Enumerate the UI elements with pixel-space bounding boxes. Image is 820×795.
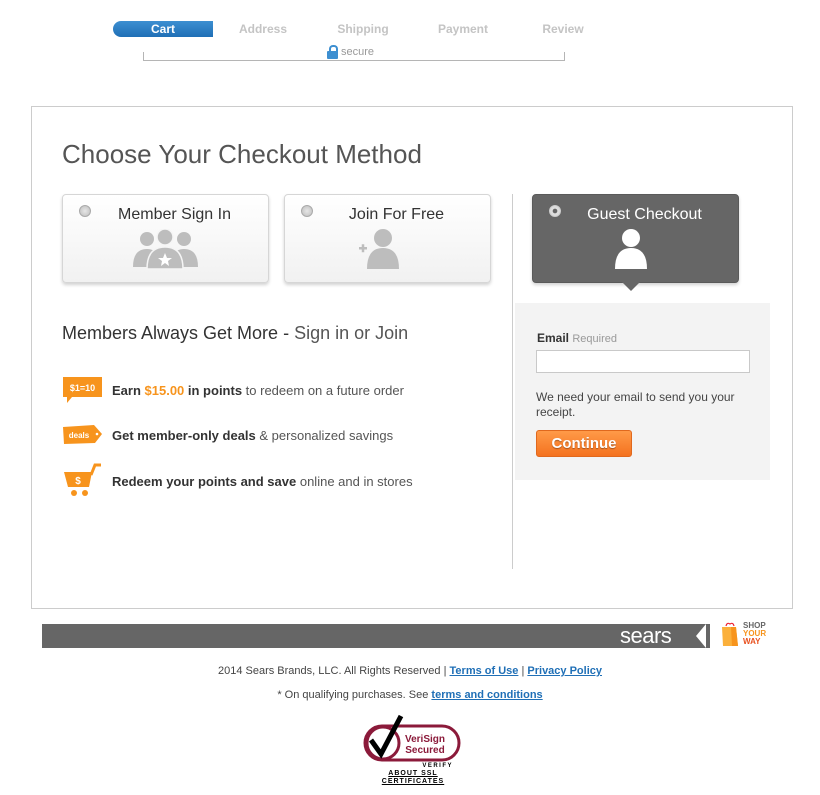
verisign-badge-icon[interactable]: VeriSign Secured VERIFY — [363, 712, 463, 769]
svg-text:VERIFY: VERIFY — [422, 763, 453, 768]
svg-text:$: $ — [75, 476, 81, 487]
email-input[interactable] — [536, 350, 750, 373]
about-ssl-link[interactable]: ABOUT SSL CERTIFICATES — [363, 770, 463, 786]
email-label: Email Required — [537, 331, 617, 345]
points-amount: $15.00 — [144, 382, 185, 398]
option-label: Member Sign In — [118, 206, 231, 223]
privacy-policy-link[interactable]: Privacy Policy — [527, 665, 602, 677]
svg-text:$1=10: $1=10 — [70, 383, 95, 393]
required-label: Required — [572, 333, 617, 345]
bar-notch — [696, 624, 706, 648]
lock-icon — [327, 45, 338, 59]
secure-text: secure — [341, 46, 375, 58]
add-user-icon — [359, 229, 399, 269]
footnote: * On qualifying purchases. See terms and… — [277, 689, 543, 701]
option-label: Guest Checkout — [587, 206, 702, 223]
benefit-deals: deals Get member-only deals & personaliz… — [62, 420, 393, 450]
members-group-icon — [133, 229, 198, 270]
sears-logo: sears — [620, 623, 672, 648]
shop-your-way-logo: SHOP YOUR WAY — [720, 621, 766, 647]
step-shipping: Shipping — [337, 22, 389, 36]
brand-bar — [42, 624, 710, 648]
copyright-line: 2014 Sears Brands, LLC. All Rights Reser… — [217, 665, 602, 677]
column-divider — [512, 194, 513, 569]
svg-text:VeriSign: VeriSign — [405, 734, 445, 745]
step-payment: Payment — [437, 22, 489, 36]
cart-dollar-icon: $ — [64, 463, 101, 496]
option-label: Join For Free — [348, 206, 445, 223]
verisign-seal[interactable]: VeriSign Secured VERIFY ABOUT SSL CERTIF… — [363, 712, 463, 788]
page-title: Choose Your Checkout Method — [62, 139, 422, 169]
svg-text:Secured: Secured — [405, 745, 444, 756]
svg-text:deals: deals — [69, 431, 90, 440]
step-cart: Cart — [113, 21, 213, 37]
email-note: We need your email to send you your rece… — [536, 390, 735, 419]
shopping-bag-icon — [722, 622, 738, 646]
deals-tag-icon: deals — [63, 425, 102, 444]
benefit-redeem: $ Redeem your points and save online and… — [62, 463, 413, 496]
terms-and-conditions-link[interactable]: terms and conditions — [431, 689, 542, 701]
checkout-method-panel: Choose Your Checkout Method Member Sign … — [31, 106, 793, 609]
continue-button[interactable]: Continue — [536, 430, 632, 457]
option-join-for-free[interactable]: Join For Free — [284, 194, 491, 283]
selected-pointer — [622, 282, 640, 291]
sign-in-or-join-link[interactable]: Sign in or Join — [294, 323, 408, 343]
benefit-points: $1=10 Earn $15.00 in points to redeem on… — [62, 375, 404, 405]
checkout-progress: Cart Address Shipping Payment Review sec… — [113, 21, 613, 61]
option-member-sign-in[interactable]: Member Sign In — [62, 194, 269, 283]
terms-of-use-link[interactable]: Terms of Use — [450, 665, 519, 677]
secure-indicator: secure — [323, 45, 379, 59]
members-heading: Members Always Get More - Sign in or Joi… — [62, 323, 409, 343]
user-icon — [615, 229, 647, 269]
step-review: Review — [542, 22, 584, 36]
option-guest-checkout[interactable]: Guest Checkout — [532, 194, 739, 283]
step-address: Address — [238, 22, 288, 36]
points-badge-icon: $1=10 — [63, 377, 102, 403]
guest-checkout-form: Email Required We need your email to sen… — [515, 303, 770, 480]
